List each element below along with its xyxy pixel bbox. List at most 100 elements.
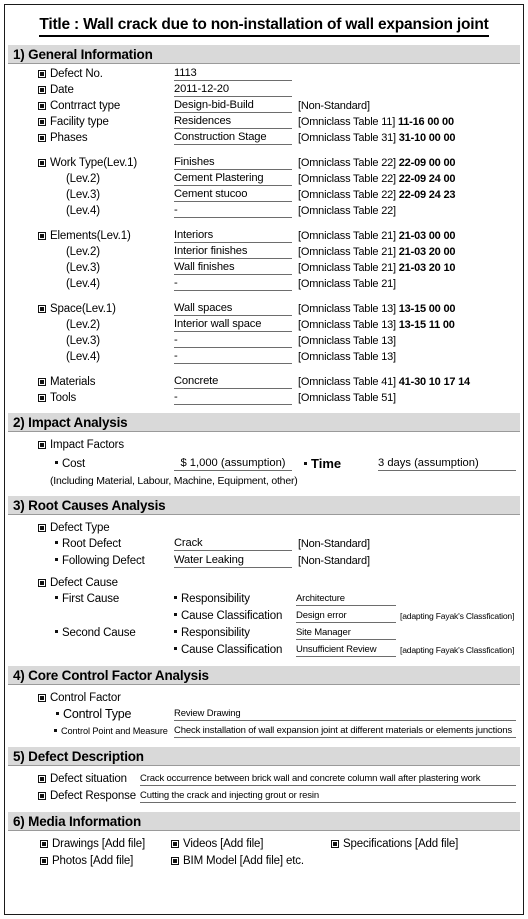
dot-bullet-icon [174, 596, 177, 600]
field-note: [Non-Standard] [298, 555, 370, 567]
field-value-root-defect[interactable]: Crack [174, 536, 292, 551]
field-value-elements-3[interactable]: Wall finishes [174, 260, 292, 275]
field-note: [Omniclass Table 31] 31-10 00 00 [298, 130, 455, 146]
dot-bullet-icon [55, 558, 58, 562]
field-label: Impact Factors [38, 437, 124, 453]
label-text: Work Type(Lev.1) [50, 157, 138, 169]
field-value-space-4[interactable]: - [174, 349, 292, 364]
field-value-second-classification[interactable]: Unsufficient Review [296, 642, 396, 657]
field-label: Space(Lev.1) [38, 301, 116, 317]
field-value-defect-response[interactable]: Cutting the crack and injecting grout or… [140, 788, 516, 803]
field-note: [Omniclass Table 22] 22-09 24 00 [298, 171, 455, 187]
field-value-materials[interactable]: Concrete [174, 374, 292, 389]
label-text: BIM Model [Add file] etc. [183, 855, 304, 867]
label-text: Defect Response [50, 790, 136, 802]
media-item-specifications[interactable]: Specifications [Add file] [331, 836, 458, 853]
field-value-space-2[interactable]: Interior wall space [174, 317, 292, 332]
field-label: (Lev.4) [66, 276, 100, 292]
field-row-phases: Phases Construction Stage [Omniclass Tab… [8, 130, 520, 146]
square-bullet-icon [38, 85, 46, 94]
field-value-phases[interactable]: Construction Stage [174, 130, 292, 145]
square-bullet-icon [38, 774, 46, 783]
section-defect-description-body: Defect situation Crack occurrence betwee… [4, 766, 524, 812]
square-bullet-icon [38, 393, 46, 402]
field-label: Facility type [38, 114, 109, 130]
field-value-date[interactable]: 2011-12-20 [174, 82, 292, 97]
note-text: [Omniclass Table 13] [298, 319, 396, 331]
field-value-elements-2[interactable]: Interior finishes [174, 244, 292, 259]
section-header-root-causes: 3) Root Causes Analysis [8, 496, 520, 515]
section-header-defect-description: 5) Defect Description [8, 747, 520, 766]
field-row-impact-factors: Impact Factors [8, 437, 520, 453]
field-label-cause-classification: Cause Classification [174, 642, 282, 658]
field-row-space-1: Space(Lev.1) Wall spaces [Omniclass Tabl… [8, 301, 520, 317]
field-value-second-responsibility[interactable]: Site Manager [296, 625, 396, 640]
field-value-tools[interactable]: - [174, 390, 292, 405]
field-value-work-type-2[interactable]: Cement Plastering [174, 171, 292, 186]
field-row-control-point: Control Point and Measure Check installa… [8, 723, 520, 740]
note-text: [Omniclass Table 51] [298, 392, 396, 404]
field-value-first-classification[interactable]: Design error [296, 608, 396, 623]
field-value-facility-type[interactable]: Residences [174, 114, 292, 129]
square-bullet-icon [171, 856, 179, 865]
field-value-defect-no[interactable]: 1113 [174, 66, 292, 81]
field-note: [Non-Standard] [298, 538, 370, 550]
field-row-work-type-3: (Lev.3) Cement stucoo [Omniclass Table 2… [8, 187, 520, 203]
field-row-root-defect: Root Defect Crack [Non-Standard] [8, 536, 520, 553]
omniclass-code: 21-03 20 00 [398, 246, 456, 258]
field-row-including-note: (Including Material, Labour, Machine, Eq… [8, 473, 520, 489]
media-item-videos[interactable]: Videos [Add file] [171, 836, 264, 853]
square-bullet-icon [38, 304, 46, 313]
note-text: [Omniclass Table 41] [298, 376, 396, 388]
media-item-photos[interactable]: Photos [Add file] [40, 853, 133, 870]
label-text: Control Type [63, 707, 132, 721]
dot-bullet-icon [304, 462, 307, 466]
field-label-second-cause: Second Cause [55, 625, 136, 641]
field-row-space-2: (Lev.2) Interior wall space [Omniclass T… [8, 317, 520, 333]
page-title: Title : Wall crack due to non-installati… [39, 16, 489, 37]
field-value-following-defect[interactable]: Water Leaking [174, 553, 292, 568]
field-value-work-type-4[interactable]: - [174, 203, 292, 218]
field-note: [adapting Fayak's Classfication] [400, 611, 515, 621]
media-item-bim-model[interactable]: BIM Model [Add file] etc. [171, 853, 304, 870]
field-row-work-type-2: (Lev.2) Cement Plastering [Omniclass Tab… [8, 171, 520, 187]
field-value-control-type[interactable]: Review Drawing [174, 706, 516, 721]
square-bullet-icon [38, 117, 46, 126]
field-value-cost[interactable]: $ 1,000 (assumption) [174, 456, 292, 471]
media-item-drawings[interactable]: Drawings [Add file] [40, 836, 145, 853]
label-text: (Lev.3) [66, 189, 100, 201]
field-label: Root Defect [55, 536, 121, 552]
note-text: [Omniclass Table 21] [298, 278, 396, 290]
field-label: Elements(Lev.1) [38, 228, 131, 244]
field-value-space-1[interactable]: Wall spaces [174, 301, 292, 316]
label-text: (Lev.4) [66, 351, 100, 363]
square-bullet-icon [38, 693, 46, 702]
square-bullet-icon [38, 158, 46, 167]
field-value-control-point[interactable]: Check installation of wall expansion joi… [174, 723, 516, 738]
omniclass-code: 41-30 10 17 14 [398, 376, 470, 388]
field-value-space-3[interactable]: - [174, 333, 292, 348]
field-value-elements-4[interactable]: - [174, 276, 292, 291]
square-bullet-icon [38, 377, 46, 386]
field-value-work-type-3[interactable]: Cement stucoo [174, 187, 292, 202]
field-label: Defect No. [38, 66, 103, 82]
square-bullet-icon [38, 440, 46, 449]
label-text: Defect No. [50, 68, 103, 80]
label-text: (Lev.3) [66, 262, 100, 274]
defect-report-sheet: Title : Wall crack due to non-installati… [0, 0, 528, 919]
field-value-work-type-1[interactable]: Finishes [174, 155, 292, 170]
field-value-first-responsibility[interactable]: Architecture [296, 591, 396, 606]
field-value-contract-type[interactable]: Design-bid-Build [174, 98, 292, 113]
field-row-defect-situation: Defect situation Crack occurrence betwee… [8, 771, 520, 788]
field-value-defect-situation[interactable]: Crack occurrence between brick wall and … [140, 771, 516, 786]
label-text: First Cause [62, 593, 120, 605]
field-row-facility-type: Facility type Residences [Omniclass Tabl… [8, 114, 520, 130]
field-label-cost: Cost [55, 456, 85, 472]
field-value-time[interactable]: 3 days (assumption) [378, 456, 516, 471]
square-bullet-icon [38, 101, 46, 110]
field-value-elements-1[interactable]: Interiors [174, 228, 292, 243]
